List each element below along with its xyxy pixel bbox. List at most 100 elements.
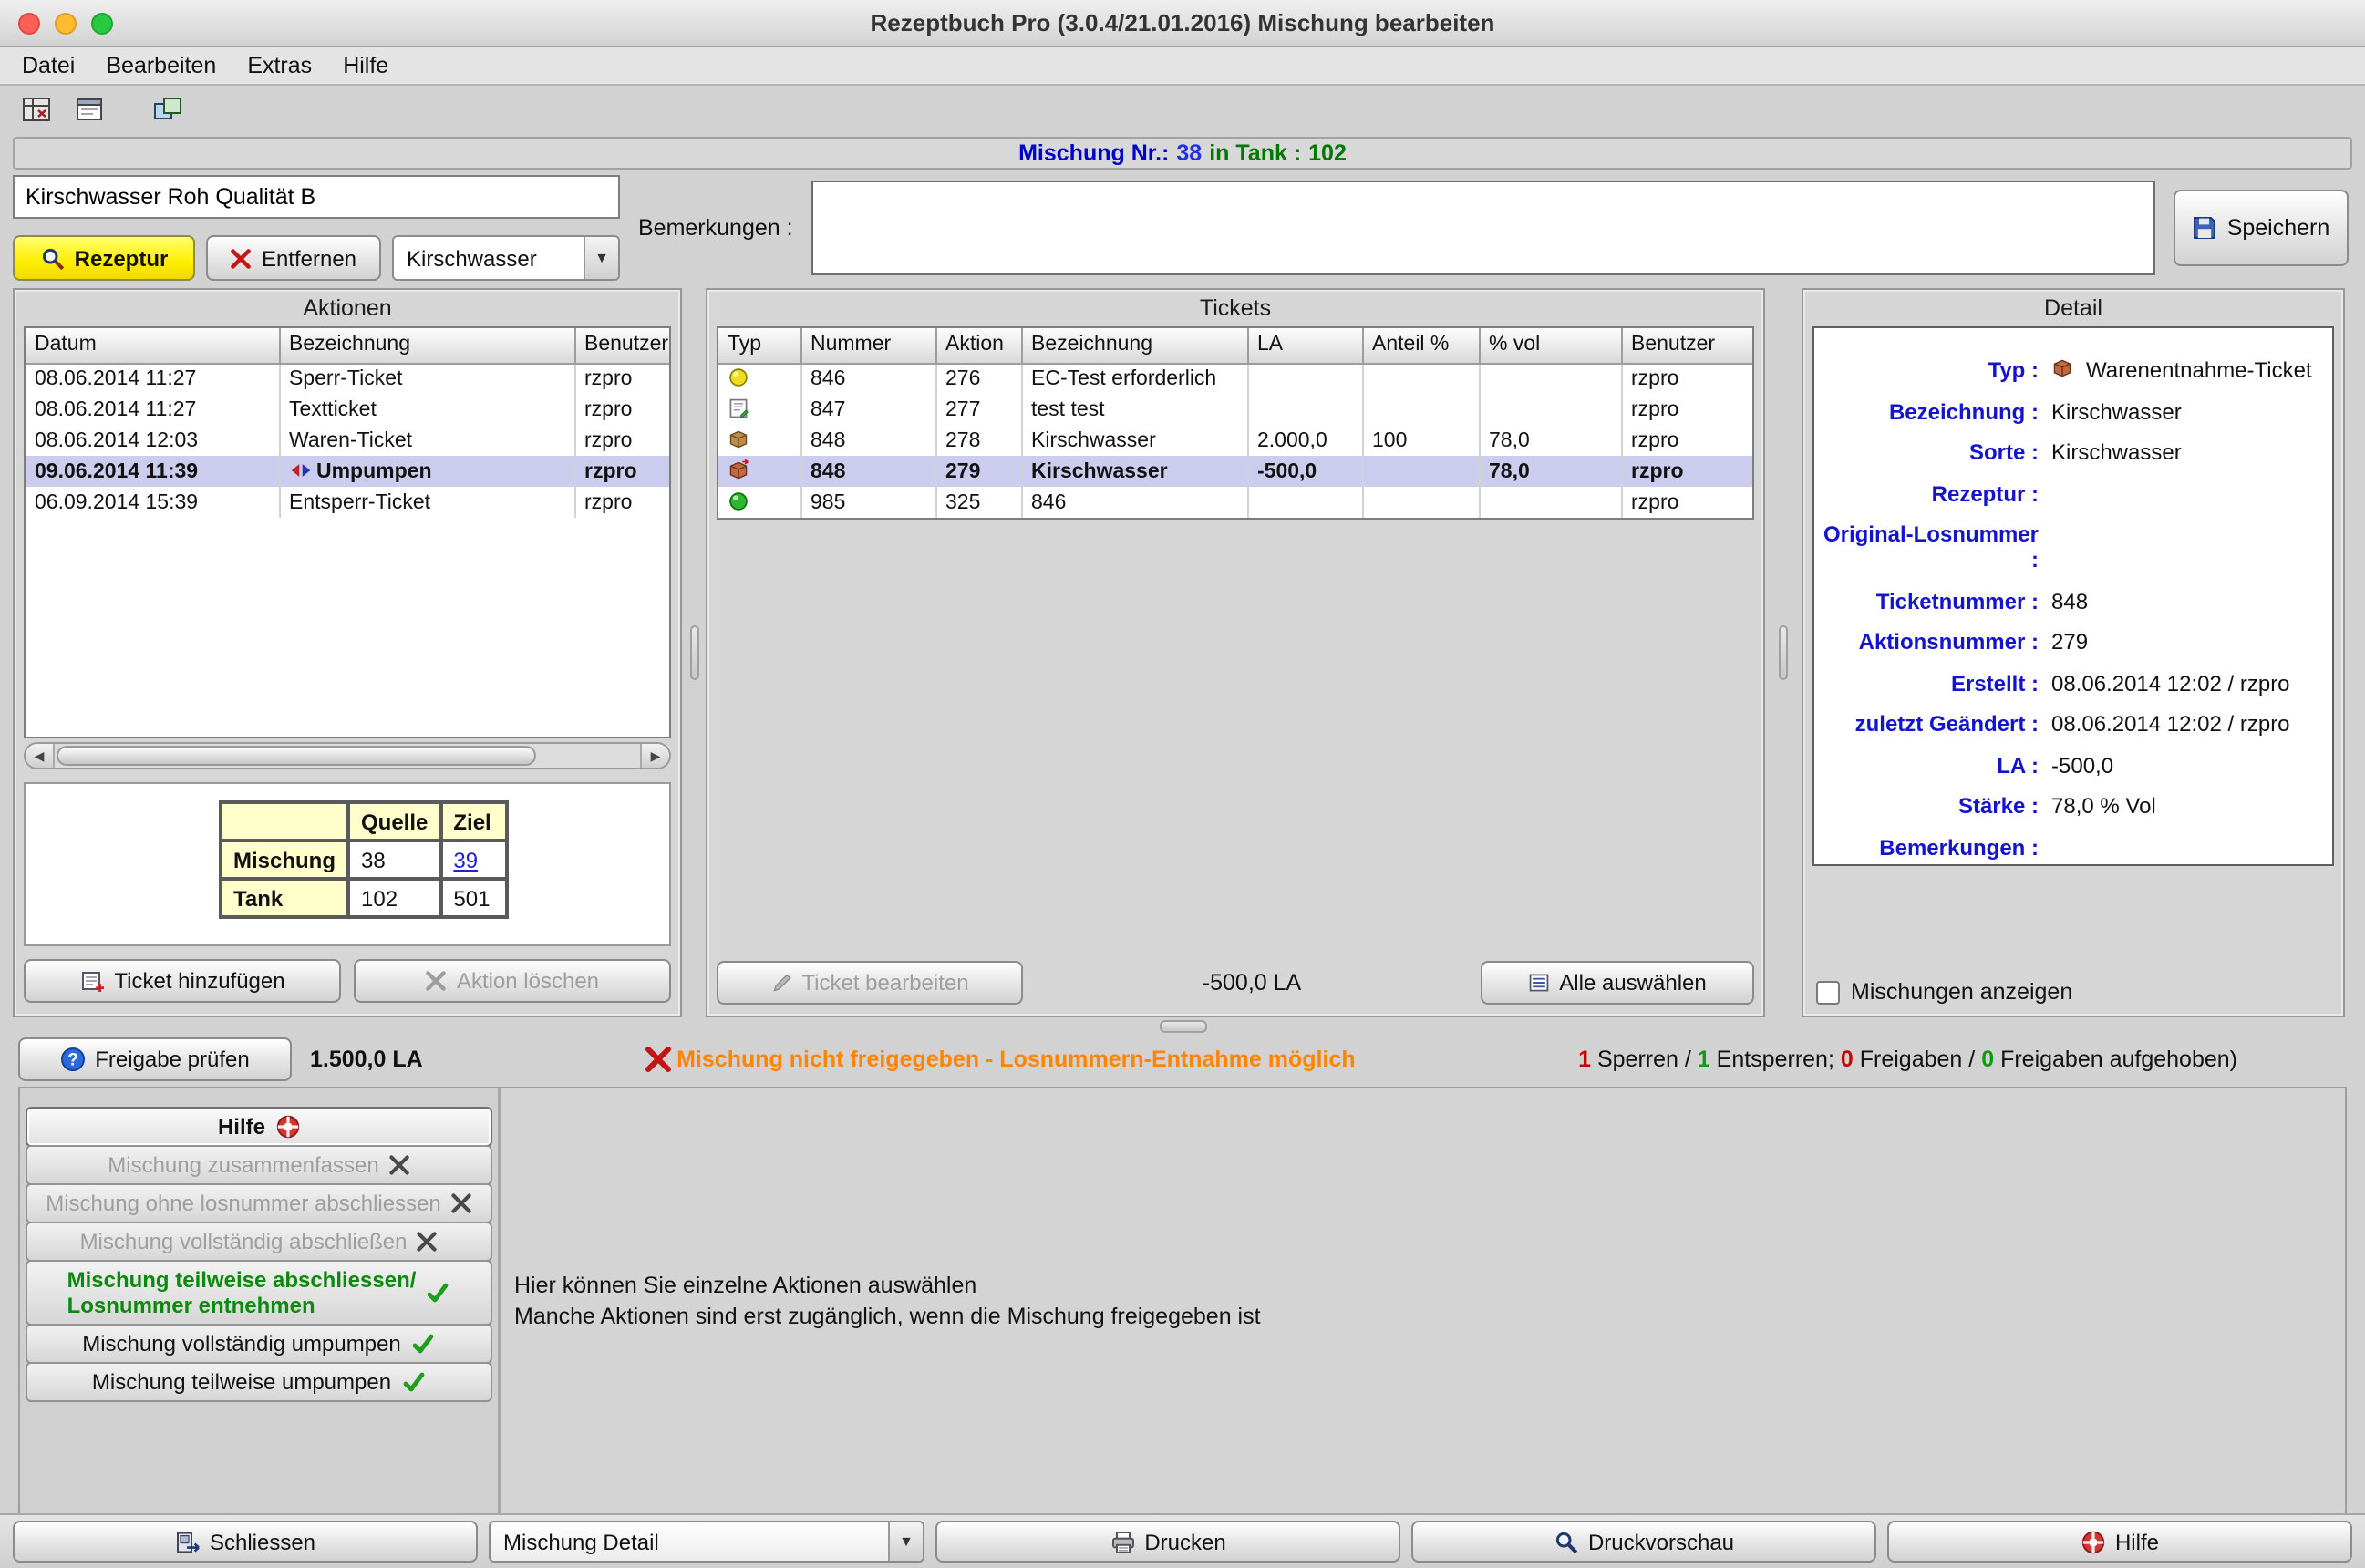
aktionen-row-selected[interactable]: 09.06.2014 11:39 Umpumpen rzpro bbox=[26, 456, 669, 487]
tickets-col-vol[interactable]: % vol bbox=[1479, 328, 1621, 363]
toolbar bbox=[0, 86, 2365, 133]
alle-auswaehlen-button[interactable]: Alle auswählen bbox=[1481, 961, 1754, 1005]
window-controls bbox=[18, 12, 113, 34]
aktion-loeschen-button[interactable]: Aktion löschen bbox=[354, 959, 671, 1003]
action-hilfe[interactable]: Hilfe bbox=[26, 1107, 492, 1147]
schliessen-button[interactable]: Schliessen bbox=[13, 1521, 478, 1563]
tickets-col-benutzer[interactable]: Benutzer bbox=[1621, 328, 1752, 363]
sperren-text: Sperren / bbox=[1597, 1047, 1691, 1072]
transfer-row-tank: Tank bbox=[221, 879, 348, 917]
hilfe-label: Hilfe bbox=[2115, 1529, 2159, 1554]
tickets-col-nummer[interactable]: Nummer bbox=[800, 328, 935, 363]
save-disk-icon bbox=[2193, 215, 2218, 241]
speichern-button[interactable]: Speichern bbox=[2174, 190, 2349, 266]
action-ohne-losnummer[interactable]: Mischung ohne losnummer abschliessen bbox=[26, 1183, 492, 1223]
scroll-track[interactable] bbox=[55, 744, 640, 768]
action-vollstaendig-abschliessen[interactable]: Mischung vollständig abschließen bbox=[26, 1222, 492, 1262]
menu-bearbeiten[interactable]: Bearbeiten bbox=[106, 53, 216, 78]
horizontal-splitter[interactable] bbox=[0, 1017, 2365, 1036]
transfer-mischung-quelle: 38 bbox=[348, 841, 440, 879]
schliessen-label: Schliessen bbox=[210, 1529, 315, 1554]
action-vollstaendig-abschliessen-label: Mischung vollständig abschließen bbox=[80, 1229, 408, 1254]
splitter-grip[interactable] bbox=[689, 625, 698, 680]
tickets-col-la[interactable]: LA bbox=[1247, 328, 1362, 363]
tickets-row-selected[interactable]: 848279Kirschwasser -500,078,0rzpro bbox=[718, 456, 1752, 487]
menubar: Datei Bearbeiten Extras Hilfe bbox=[0, 47, 2365, 86]
aktionen-row[interactable]: 08.06.2014 11:27Sperr-Ticketrzpro bbox=[26, 363, 669, 394]
actions-help-area: Hier können Sie einzelne Aktionen auswäh… bbox=[501, 1088, 2345, 1515]
tickets-col-bezeichnung[interactable]: Bezeichnung bbox=[1021, 328, 1247, 363]
aktionen-hscrollbar[interactable]: ◀ ▶ bbox=[24, 742, 671, 769]
sorte-value: Kirschwasser bbox=[394, 237, 584, 279]
rezeptur-button[interactable]: Rezeptur bbox=[13, 235, 195, 281]
tickets-row[interactable]: 847277test test rzpro bbox=[718, 394, 1752, 425]
ticket-bearbeiten-button[interactable]: Ticket bearbeiten bbox=[717, 961, 1023, 1005]
aktionen-col-bezeichnung[interactable]: Bezeichnung bbox=[279, 328, 574, 363]
action-teilweise-abschliessen[interactable]: Mischung teilweise abschliessen/ Losnumm… bbox=[26, 1260, 492, 1326]
transfer-row-mischung: Mischung bbox=[221, 841, 348, 879]
freigabe-pruefen-button[interactable]: ? Freigabe prüfen bbox=[18, 1037, 292, 1081]
action-teilweise-umpumpen-label: Mischung teilweise umpumpen bbox=[92, 1369, 391, 1395]
mischungen-anzeigen-checkbox[interactable] bbox=[1816, 980, 1840, 1004]
aktionen-col-benutzer[interactable]: Benutzer bbox=[574, 328, 669, 363]
sorte-dropdown[interactable]: Kirschwasser ▼ bbox=[392, 235, 620, 281]
freigaben-text: Freigaben / bbox=[1860, 1047, 1975, 1072]
bottom-bar: Schliessen Mischung Detail ▼ Drucken Dru… bbox=[0, 1513, 2365, 1568]
zoom-window-button[interactable] bbox=[91, 12, 113, 34]
detail-ticketnummer-label: Ticketnummer : bbox=[1822, 588, 2051, 614]
menu-hilfe[interactable]: Hilfe bbox=[343, 53, 388, 78]
check-icon bbox=[425, 1280, 450, 1305]
close-window-button[interactable] bbox=[18, 12, 40, 34]
scroll-left-icon[interactable]: ◀ bbox=[26, 744, 55, 768]
cascade-windows-icon[interactable] bbox=[150, 93, 186, 126]
aktionen-row[interactable]: 08.06.2014 12:03Waren-Ticketrzpro bbox=[26, 425, 669, 456]
list-icon bbox=[1528, 972, 1550, 994]
scroll-thumb[interactable] bbox=[57, 746, 536, 766]
transfer-mischung-ziel-link[interactable]: 39 bbox=[453, 847, 478, 872]
vertical-splitter-right[interactable] bbox=[1765, 288, 1802, 1017]
druckvorschau-button[interactable]: Druckvorschau bbox=[1411, 1521, 1876, 1563]
action-vollstaendig-umpumpen-label: Mischung vollständig umpumpen bbox=[82, 1331, 401, 1357]
action-zusammenfassen[interactable]: Mischung zusammenfassen bbox=[26, 1145, 492, 1185]
tickets-col-typ[interactable]: Typ bbox=[718, 328, 800, 363]
tickets-row[interactable]: 846276EC-Test erforderlich rzpro bbox=[718, 363, 1752, 394]
tickets-col-aktion[interactable]: Aktion bbox=[935, 328, 1021, 363]
mischung-name-input[interactable] bbox=[13, 175, 620, 219]
vertical-splitter-left[interactable] bbox=[682, 288, 706, 1017]
menu-datei[interactable]: Datei bbox=[22, 53, 75, 78]
tickets-row[interactable]: 848278Kirschwasser 2.000,010078,0rzpro bbox=[718, 425, 1752, 456]
detail-geaendert-label: zuletzt Geändert : bbox=[1822, 711, 2051, 737]
ansicht-value: Mischung Detail bbox=[491, 1522, 888, 1561]
action-teilweise-umpumpen[interactable]: Mischung teilweise umpumpen bbox=[26, 1362, 492, 1402]
minimize-window-button[interactable] bbox=[55, 12, 77, 34]
detail-fields: Typ : Warenentnahme-Ticket Bezeichnung :… bbox=[1812, 326, 2334, 866]
splitter-grip[interactable] bbox=[1779, 625, 1788, 680]
entfernen-button[interactable]: Entfernen bbox=[206, 235, 381, 281]
help-line-1: Hier können Sie einzelne Aktionen auswäh… bbox=[514, 1271, 2345, 1302]
tank-number: 102 bbox=[1308, 140, 1347, 166]
grid-window-icon[interactable] bbox=[18, 93, 55, 126]
ticket-hinzufuegen-button[interactable]: Ticket hinzufügen bbox=[24, 959, 341, 1003]
action-teilweise-abschliessen-label2: Losnummer entnehmen bbox=[67, 1293, 315, 1318]
detail-erstellt-label: Erstellt : bbox=[1822, 670, 2051, 696]
bemerkungen-textarea[interactable] bbox=[811, 181, 2155, 275]
aktionen-row[interactable]: 06.09.2014 15:39Entsperr-Ticketrzpro bbox=[26, 487, 669, 518]
aktionen-col-datum[interactable]: Datum bbox=[26, 328, 279, 363]
menu-extras[interactable]: Extras bbox=[247, 53, 312, 78]
drucken-label: Drucken bbox=[1144, 1529, 1225, 1554]
splitter-grip[interactable] bbox=[1159, 1020, 1206, 1033]
detail-aktionsnummer-value: 279 bbox=[2051, 629, 2088, 655]
detail-la-label: LA : bbox=[1822, 752, 2051, 778]
drucken-button[interactable]: Drucken bbox=[935, 1521, 1400, 1563]
action-vollstaendig-umpumpen[interactable]: Mischung vollständig umpumpen bbox=[26, 1324, 492, 1364]
text-ticket-icon bbox=[728, 397, 749, 419]
scroll-right-icon[interactable]: ▶ bbox=[640, 744, 669, 768]
ansicht-dropdown[interactable]: Mischung Detail ▼ bbox=[489, 1521, 924, 1563]
detail-panel: Detail Typ : Warenentnahme-Ticket Bezeic… bbox=[1802, 288, 2345, 1017]
hilfe-button[interactable]: Hilfe bbox=[1887, 1521, 2352, 1563]
aktionen-row[interactable]: 08.06.2014 11:27Textticketrzpro bbox=[26, 394, 669, 425]
detail-form-icon[interactable] bbox=[71, 93, 108, 126]
detail-sorte-label: Sorte : bbox=[1822, 439, 2051, 465]
tickets-col-anteil[interactable]: Anteil % bbox=[1362, 328, 1479, 363]
tickets-row[interactable]: 985325846 rzpro bbox=[718, 487, 1752, 518]
